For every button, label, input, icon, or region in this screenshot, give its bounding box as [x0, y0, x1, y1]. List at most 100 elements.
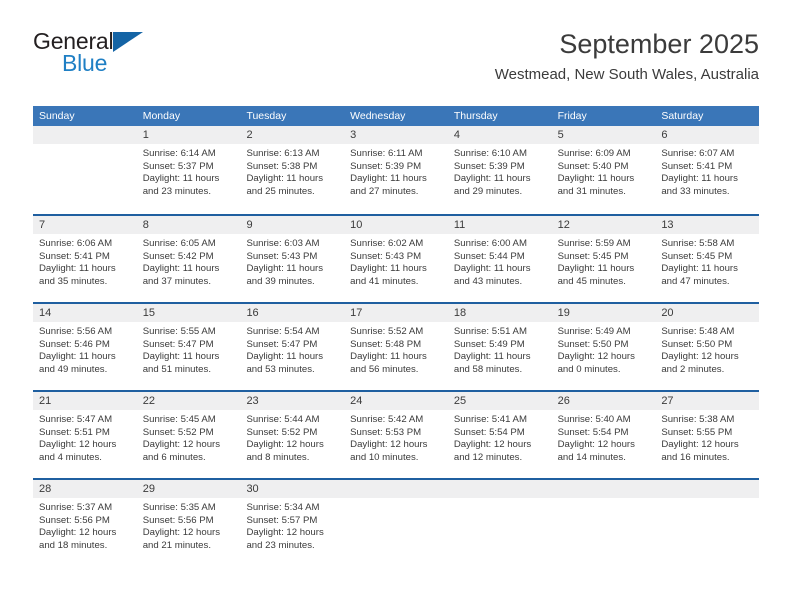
day-details: Sunrise: 6:10 AM Sunset: 5:39 PM Daylight:…	[448, 144, 552, 198]
day-detail-line: and 43 minutes.	[453, 275, 523, 287]
day-details: Sunrise: 6:03 AM Sunset: 5:43 PM Daylight:…	[240, 234, 344, 288]
day-cell[interactable]: 20 Sunrise: 5:48 AM Sunset: 5:50 PM Dayligh…	[655, 304, 760, 390]
day-number: 7	[33, 216, 137, 234]
calendar-body: 1 Sunrise: 6:14 AM Sunset: 5:37 PM Daylight…	[33, 126, 760, 566]
day-details: Sunrise: 6:05 AM Sunset: 5:42 PM Daylight:…	[137, 234, 241, 288]
day-detail-line: Daylight: 12 hours	[661, 439, 739, 451]
day-cell[interactable]: 8 Sunrise: 6:05 AM Sunset: 5:42 PM Daylight…	[136, 216, 241, 302]
day-detail-line: Daylight: 11 hours	[661, 263, 738, 275]
day-detail-line: Daylight: 12 hours	[246, 527, 324, 539]
day-number: 11	[447, 216, 552, 234]
day-details: Sunrise: 5:38 AM Sunset: 5:55 PM Daylight:…	[655, 410, 759, 464]
day-number: 29	[136, 480, 241, 498]
day-cell[interactable]: 26 Sunrise: 5:40 AM Sunset: 5:54 PM Dayligh…	[551, 392, 656, 478]
day-cell[interactable]: 29 Sunrise: 5:35 AM Sunset: 5:56 PM Dayligh…	[136, 480, 241, 566]
day-detail-line: Sunset: 5:47 PM	[246, 338, 318, 350]
week-row: 7 Sunrise: 6:06 AM Sunset: 5:41 PM Daylight…	[33, 214, 760, 302]
day-details: Sunrise: 5:47 AM Sunset: 5:51 PM Daylight:…	[33, 410, 137, 464]
day-detail-line: and 35 minutes.	[39, 275, 108, 287]
weekday-header-row: Sunday Monday Tuesday Wednesday Thursday Frid…	[33, 106, 759, 126]
day-detail-line: and 47 minutes.	[661, 275, 730, 287]
day-number: 27	[655, 392, 760, 410]
day-number: 19	[551, 304, 656, 322]
day-detail-line: Sunset: 5:54 PM	[557, 426, 629, 438]
day-cell[interactable]: 4 Sunrise: 6:10 AM Sunset: 5:39 PM Daylight…	[447, 126, 552, 214]
day-detail-line: Daylight: 12 hours	[142, 527, 221, 539]
day-detail-line: Daylight: 11 hours	[39, 263, 116, 275]
day-detail-line: Daylight: 12 hours	[39, 439, 117, 451]
day-detail-line: Sunrise: 5:45 AM	[142, 414, 216, 425]
day-detail-line: and 41 minutes.	[350, 275, 419, 287]
day-details: Sunrise: 5:49 AM Sunset: 5:50 PM Daylight:…	[552, 322, 656, 376]
day-detail-line: Sunset: 5:52 PM	[246, 426, 318, 438]
day-detail-line: and 29 minutes.	[453, 185, 523, 197]
day-details: Sunrise: 5:54 AM Sunset: 5:47 PM Daylight:…	[240, 322, 344, 376]
day-detail-line: and 23 minutes.	[142, 185, 211, 197]
day-number: 13	[655, 216, 760, 234]
calendar-page: General Blue September 2025 Westmead, Ne…	[0, 0, 792, 612]
day-detail-line: Sunset: 5:45 PM	[557, 250, 629, 262]
day-cell[interactable]: 5 Sunrise: 6:09 AM Sunset: 5:40 PM Daylight…	[551, 126, 656, 214]
day-cell-empty	[551, 480, 656, 566]
day-detail-line: Sunrise: 6:05 AM	[142, 238, 216, 249]
day-number: 9	[240, 216, 345, 234]
day-details: Sunrise: 5:51 AM Sunset: 5:49 PM Daylight:…	[448, 322, 552, 376]
week-row: 28 Sunrise: 5:37 AM Sunset: 5:56 PM Dayligh…	[33, 478, 760, 566]
day-cell[interactable]: 17 Sunrise: 5:52 AM Sunset: 5:48 PM Dayligh…	[344, 304, 448, 390]
day-details	[33, 144, 137, 148]
day-number: 23	[240, 392, 345, 410]
day-detail-line: Sunset: 5:50 PM	[557, 338, 629, 350]
day-cell[interactable]: 16 Sunrise: 5:54 AM Sunset: 5:47 PM Dayligh…	[240, 304, 345, 390]
day-detail-line: Sunset: 5:39 PM	[453, 160, 525, 172]
weekday-header-monday: Monday	[142, 110, 181, 122]
day-cell[interactable]: 30 Sunrise: 5:34 AM Sunset: 5:57 PM Dayligh…	[240, 480, 345, 566]
day-cell[interactable]: 22 Sunrise: 5:45 AM Sunset: 5:52 PM Dayligh…	[136, 392, 241, 478]
day-cell[interactable]: 28 Sunrise: 5:37 AM Sunset: 5:56 PM Dayligh…	[33, 480, 137, 566]
day-cell[interactable]: 19 Sunrise: 5:49 AM Sunset: 5:50 PM Dayligh…	[551, 304, 656, 390]
day-cell[interactable]: 13 Sunrise: 5:58 AM Sunset: 5:45 PM Dayligh…	[655, 216, 760, 302]
day-detail-line: Sunrise: 5:56 AM	[39, 326, 113, 337]
day-cell-empty	[655, 480, 760, 566]
day-cell[interactable]: 2 Sunrise: 6:13 AM Sunset: 5:38 PM Daylight…	[240, 126, 345, 214]
day-cell[interactable]: 21 Sunrise: 5:47 AM Sunset: 5:51 PM Dayligh…	[33, 392, 137, 478]
day-detail-line: Sunrise: 5:55 AM	[142, 326, 216, 337]
day-cell[interactable]: 27 Sunrise: 5:38 AM Sunset: 5:55 PM Dayligh…	[655, 392, 760, 478]
day-detail-line: Sunrise: 5:40 AM	[557, 414, 631, 425]
day-cell[interactable]: 25 Sunrise: 5:41 AM Sunset: 5:54 PM Dayligh…	[447, 392, 552, 478]
day-cell[interactable]: 9 Sunrise: 6:03 AM Sunset: 5:43 PM Daylight…	[240, 216, 345, 302]
day-detail-line: and 8 minutes.	[246, 451, 310, 463]
day-cell[interactable]: 10 Sunrise: 6:02 AM Sunset: 5:43 PM Dayligh…	[344, 216, 448, 302]
day-detail-line: Sunset: 5:53 PM	[350, 426, 422, 438]
day-cell[interactable]: 12 Sunrise: 5:59 AM Sunset: 5:45 PM Dayligh…	[551, 216, 656, 302]
day-cell[interactable]: 18 Sunrise: 5:51 AM Sunset: 5:49 PM Dayligh…	[447, 304, 552, 390]
day-detail-line: Sunset: 5:54 PM	[453, 426, 525, 438]
day-number: 3	[344, 126, 448, 144]
day-details: Sunrise: 6:07 AM Sunset: 5:41 PM Daylight:…	[655, 144, 759, 198]
day-cell[interactable]: 6 Sunrise: 6:07 AM Sunset: 5:41 PM Daylight…	[655, 126, 760, 214]
day-details: Sunrise: 5:35 AM Sunset: 5:56 PM Daylight:…	[137, 498, 241, 552]
day-detail-line: and 58 minutes.	[453, 363, 523, 375]
day-cell[interactable]: 3 Sunrise: 6:11 AM Sunset: 5:39 PM Daylight…	[344, 126, 448, 214]
day-number: 25	[447, 392, 552, 410]
day-cell[interactable]: 7 Sunrise: 6:06 AM Sunset: 5:41 PM Daylight…	[33, 216, 137, 302]
day-cell[interactable]: 1 Sunrise: 6:14 AM Sunset: 5:37 PM Daylight…	[136, 126, 241, 214]
day-detail-line: Sunrise: 5:47 AM	[39, 414, 113, 425]
day-cell[interactable]: 11 Sunrise: 6:00 AM Sunset: 5:44 PM Dayligh…	[447, 216, 552, 302]
day-detail-line: Daylight: 11 hours	[142, 351, 220, 363]
day-detail-line: Daylight: 11 hours	[350, 351, 427, 363]
brand-logo[interactable]: General Blue	[33, 28, 243, 88]
day-detail-line: Daylight: 11 hours	[557, 263, 635, 275]
day-number: 28	[33, 480, 137, 498]
day-details	[552, 498, 656, 502]
day-cell[interactable]: 24 Sunrise: 5:42 AM Sunset: 5:53 PM Dayligh…	[344, 392, 448, 478]
day-cell[interactable]: 14 Sunrise: 5:56 AM Sunset: 5:46 PM Dayligh…	[33, 304, 137, 390]
day-number	[33, 126, 137, 144]
page-header: General Blue September 2025 Westmead, Ne…	[33, 28, 759, 96]
day-cell[interactable]: 23 Sunrise: 5:44 AM Sunset: 5:52 PM Dayligh…	[240, 392, 345, 478]
day-detail-line: and 27 minutes.	[350, 185, 419, 197]
day-detail-line: Sunset: 5:48 PM	[350, 338, 422, 350]
day-cell[interactable]: 15 Sunrise: 5:55 AM Sunset: 5:47 PM Dayligh…	[136, 304, 241, 390]
day-detail-line: and 6 minutes.	[142, 451, 206, 463]
day-detail-line: and 37 minutes.	[142, 275, 211, 287]
day-detail-line: Sunset: 5:42 PM	[142, 250, 214, 262]
